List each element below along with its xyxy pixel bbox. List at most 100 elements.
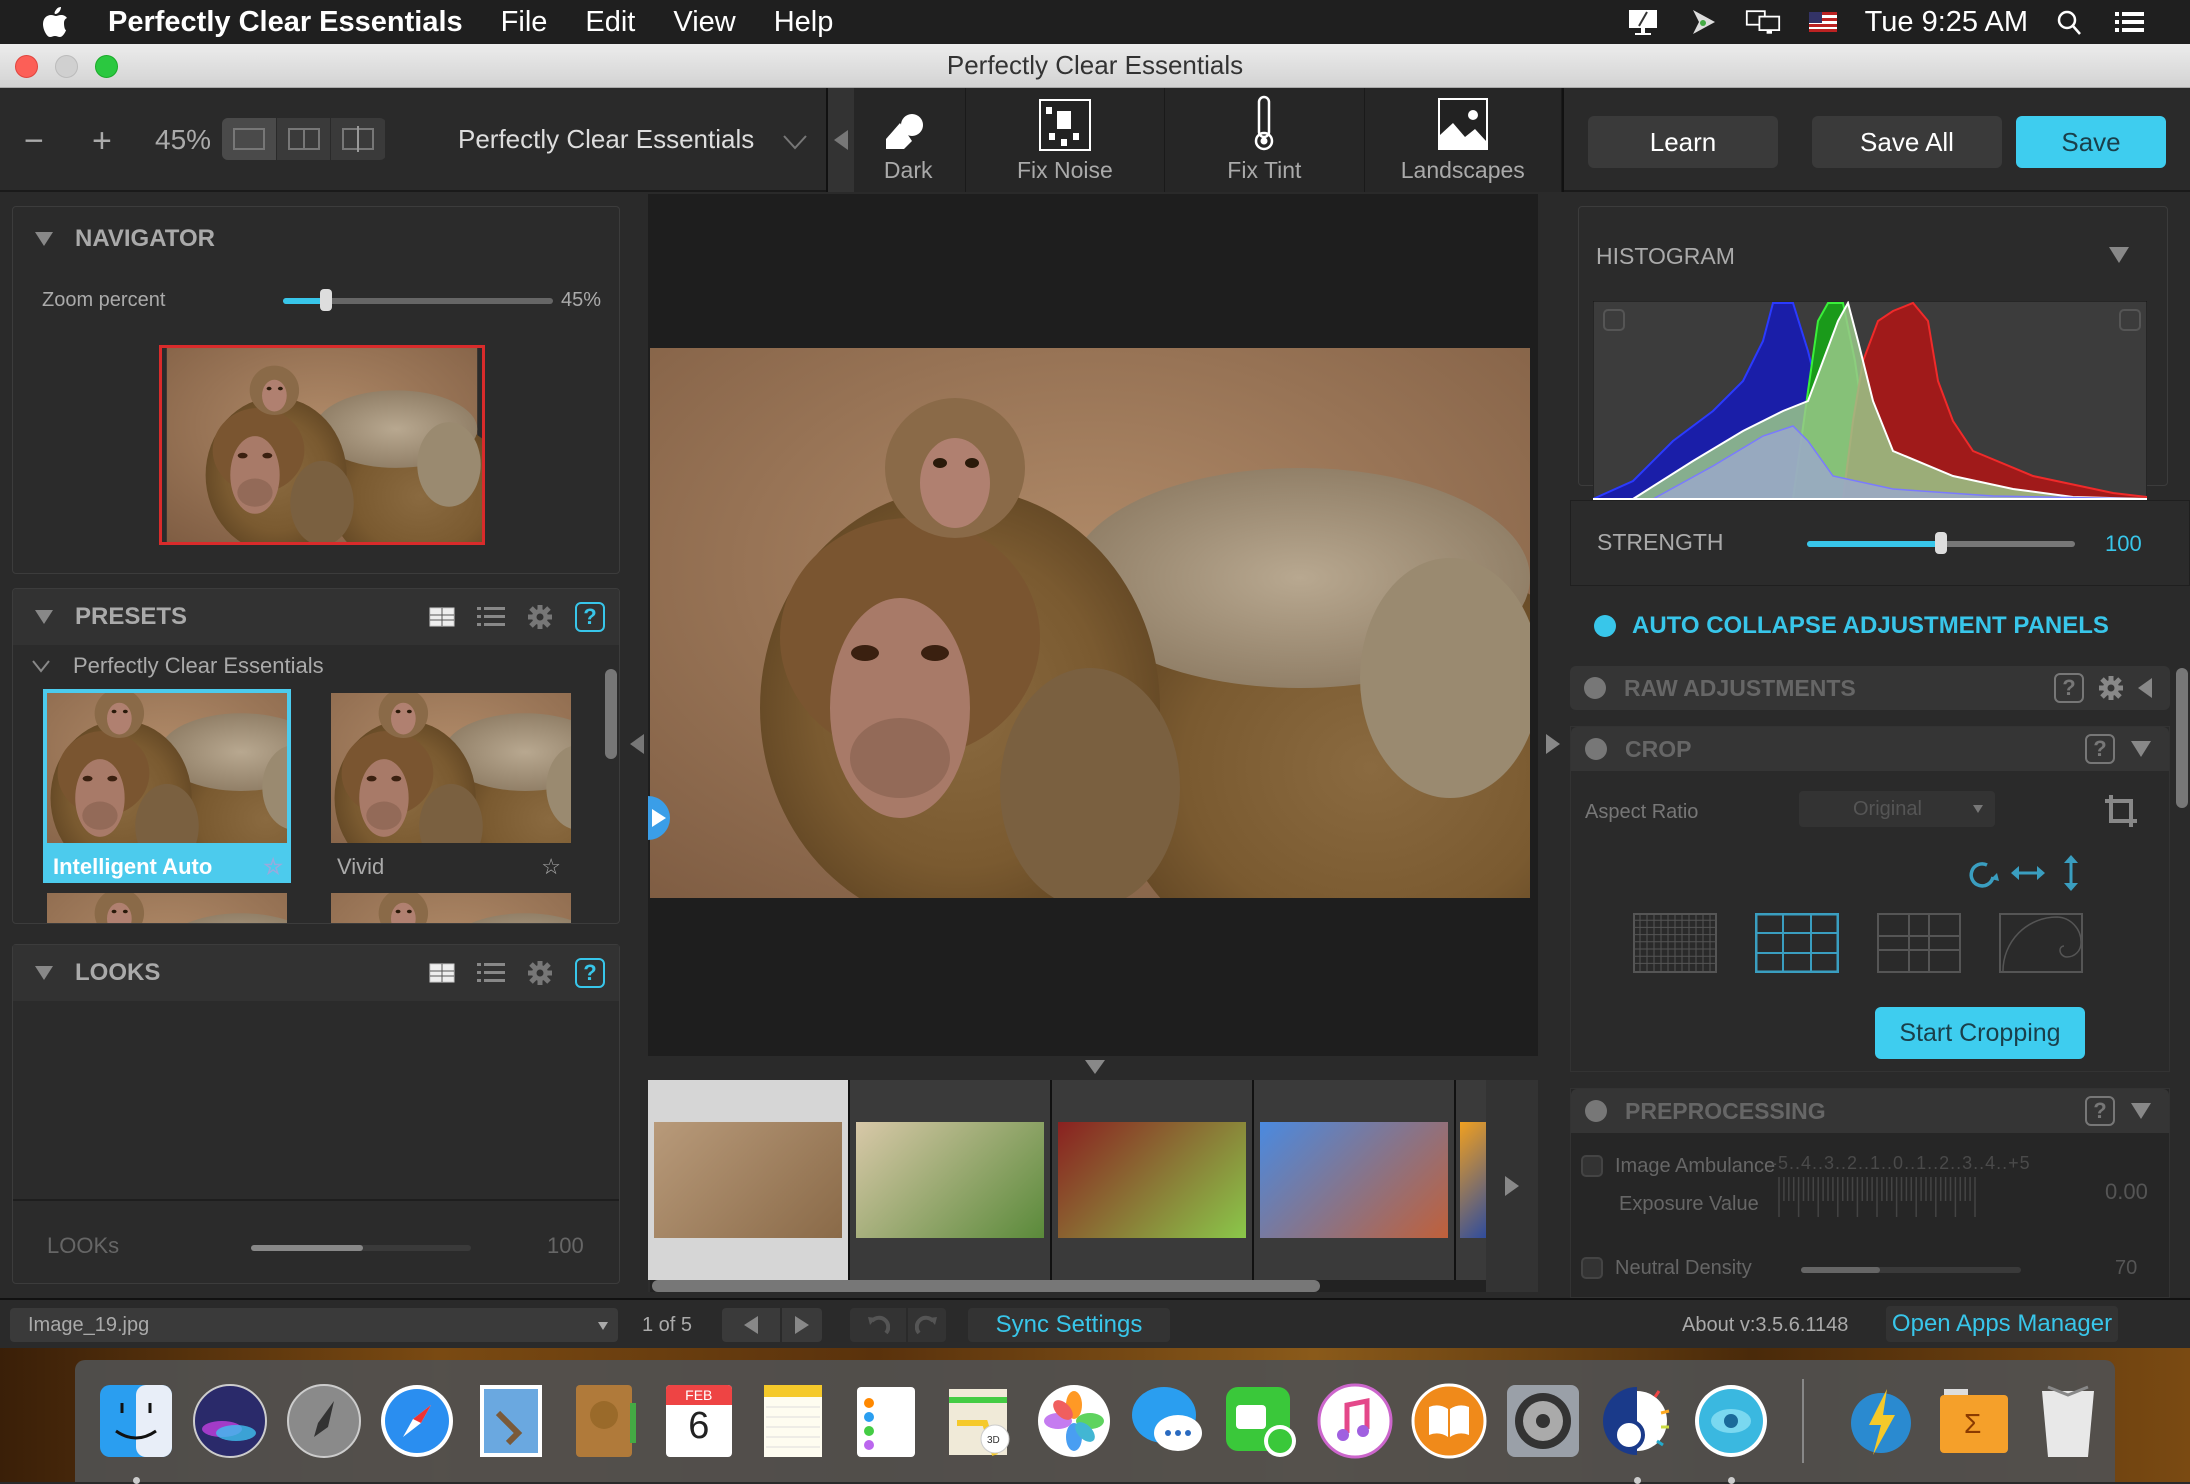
previous-image-button[interactable] (722, 1308, 780, 1342)
dock-facetime[interactable] (1215, 1374, 1309, 1468)
dock-itunes[interactable] (1309, 1374, 1403, 1468)
highlight-clipping-toggle[interactable] (2119, 309, 2141, 331)
filmstrip-scrollbar-thumb[interactable] (652, 1280, 1320, 1292)
dock-reminders[interactable] (840, 1374, 934, 1468)
help-icon[interactable]: ? (575, 958, 605, 988)
looks-header[interactable]: LOOKS ? (13, 945, 619, 1001)
collapse-triangle-icon[interactable] (2109, 247, 2129, 263)
dock-mail[interactable] (464, 1374, 558, 1468)
save-button[interactable]: Save (2016, 116, 2166, 168)
help-icon[interactable]: ? (2085, 734, 2115, 764)
grid-view-icon[interactable] (429, 607, 455, 627)
presets-header[interactable]: PRESETS ? (13, 589, 619, 645)
strip-scroll-left[interactable] (828, 88, 854, 192)
golden-spiral-overlay-option[interactable] (1999, 913, 2083, 973)
save-all-button[interactable]: Save All (1812, 116, 2002, 168)
exposure-scale-slider[interactable] (1777, 1177, 1977, 1219)
fine-grid-overlay-option[interactable] (1633, 913, 1717, 973)
strip-preset-dark[interactable]: Dark (854, 88, 966, 192)
filmstrip-thumb-canyon-sky[interactable] (1254, 1080, 1456, 1280)
dock-safari[interactable] (370, 1374, 464, 1468)
strength-slider[interactable] (1807, 532, 2075, 554)
gear-icon[interactable] (2098, 675, 2124, 701)
dock-flash-app[interactable] (1834, 1374, 1928, 1468)
gear-icon[interactable] (527, 960, 553, 986)
dock-contacts[interactable] (558, 1374, 652, 1468)
preset-group-row[interactable]: Perfectly Clear Essentials (31, 653, 324, 679)
toggle-dot-icon[interactable] (1585, 1100, 1607, 1122)
help-icon[interactable]: ? (575, 602, 605, 632)
us-flag-icon[interactable] (1805, 8, 1841, 36)
about-version[interactable]: About v:3.5.6.1148 (1682, 1314, 1848, 1337)
filmstrip-thumb-abstract-orange[interactable] (1456, 1080, 1486, 1280)
clock[interactable]: Tue 9:25 AM (1865, 6, 2028, 39)
arrow-left-icon[interactable] (2138, 678, 2152, 698)
zoom-out-button[interactable]: − (24, 122, 44, 161)
zoom-percent-slider[interactable] (283, 289, 553, 311)
shadow-clipping-toggle[interactable] (1603, 309, 1625, 331)
menu-edit[interactable]: Edit (585, 6, 635, 39)
neutral-density-slider[interactable] (1801, 1267, 2021, 1273)
right-panel-scrollbar[interactable] (2176, 668, 2188, 808)
menu-view[interactable]: View (673, 6, 735, 39)
toggle-dot-icon[interactable] (1584, 677, 1606, 699)
grid-view-icon[interactable] (429, 963, 455, 983)
rotate-icon[interactable] (1967, 857, 2001, 891)
dock-siri[interactable] (183, 1374, 277, 1468)
filmstrip-thumb-letters-art[interactable] (850, 1080, 1052, 1280)
aspect-ratio-select[interactable]: Original (1799, 791, 1995, 827)
file-select[interactable]: Image_19.jpg (10, 1308, 618, 1342)
flip-vertical-icon[interactable] (2061, 855, 2081, 891)
image-viewer[interactable] (648, 194, 1538, 1056)
preset-group-select[interactable]: Perfectly Clear Essentials (458, 124, 754, 155)
minimize-window-button[interactable] (55, 55, 78, 78)
dock-sigma-folder[interactable]: Σ (1927, 1374, 2021, 1468)
navigator-header[interactable]: NAVIGATOR (13, 207, 619, 271)
menu-file[interactable]: File (501, 6, 548, 39)
sync-settings-button[interactable]: Sync Settings (968, 1308, 1170, 1342)
collapse-triangle-icon[interactable] (2131, 741, 2151, 757)
looks-strength-slider[interactable] (251, 1245, 471, 1251)
dock-launchpad[interactable] (277, 1374, 371, 1468)
flip-horizontal-icon[interactable] (2011, 863, 2045, 883)
dock-ibooks[interactable] (1402, 1374, 1496, 1468)
undo-button[interactable] (850, 1308, 906, 1342)
dock-messages[interactable] (1121, 1374, 1215, 1468)
presets-scrollbar[interactable] (605, 669, 617, 759)
dock-finder[interactable] (89, 1374, 183, 1484)
filmstrip-thumb-baboons[interactable] (648, 1080, 850, 1280)
collapse-right-panel-arrow[interactable] (1546, 734, 1560, 759)
star-icon[interactable]: ☆ (263, 854, 283, 880)
raw-adjustments-header[interactable]: RAW ADJUSTMENTS ? (1570, 666, 2170, 710)
slider-knob[interactable] (320, 289, 333, 311)
dock-calendar[interactable]: FEB 6 (652, 1374, 746, 1468)
dock-perfectly-clear[interactable] (1590, 1374, 1684, 1484)
app-menu[interactable]: Perfectly Clear Essentials (108, 6, 463, 39)
crop-header[interactable]: CROP ? (1571, 727, 2169, 771)
list-view-icon[interactable] (477, 606, 505, 628)
side-by-side-button[interactable] (277, 118, 332, 160)
strip-preset-fix-noise[interactable]: Fix Noise (966, 88, 1166, 192)
next-image-button[interactable] (782, 1308, 822, 1342)
toggle-dot-icon[interactable] (1585, 738, 1607, 760)
dock-eyeq[interactable] (1684, 1374, 1778, 1484)
collapse-filmstrip-arrow[interactable] (1085, 1060, 1105, 1079)
open-apps-manager-button[interactable]: Open Apps Manager (1886, 1306, 2118, 1342)
filmstrip-thumb-ladybug-drops[interactable] (1052, 1080, 1254, 1280)
dock-system-preferences[interactable] (1496, 1374, 1590, 1468)
location-arrow-icon[interactable] (1685, 8, 1721, 36)
redo-button[interactable] (908, 1308, 946, 1342)
auto-collapse-toggle[interactable]: AUTO COLLAPSE ADJUSTMENT PANELS (1594, 612, 2109, 640)
star-icon[interactable]: ☆ (541, 854, 561, 880)
display-mirroring-icon[interactable] (1625, 8, 1661, 36)
spotlight-search-icon[interactable] (2052, 8, 2088, 36)
split-view-button[interactable] (331, 118, 387, 160)
collapse-triangle-icon[interactable] (2131, 1103, 2151, 1119)
preset-thumb-partial[interactable] (331, 893, 571, 923)
dock-photos[interactable] (1027, 1374, 1121, 1468)
slider-knob[interactable] (1935, 532, 1947, 554)
close-window-button[interactable] (15, 55, 38, 78)
rule-of-thirds-overlay-option[interactable] (1755, 913, 1839, 973)
menu-help[interactable]: Help (774, 6, 834, 39)
neutral-density-checkbox[interactable] (1581, 1257, 1603, 1279)
